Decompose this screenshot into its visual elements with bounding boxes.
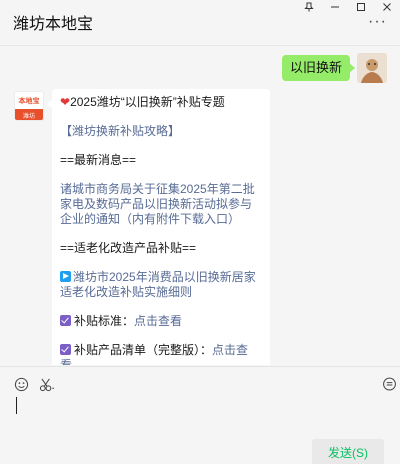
play-icon xyxy=(60,271,71,282)
standard-link[interactable]: 点击查看 xyxy=(134,314,182,328)
minimize-icon[interactable] xyxy=(322,0,348,14)
list-line: 补贴产品清单（完整版）：点击查看 xyxy=(60,343,260,365)
article-title-line: ❤2025潍坊“以旧换新”补贴专题 xyxy=(60,95,260,110)
heart-icon: ❤ xyxy=(60,95,71,109)
emoji-icon[interactable] xyxy=(12,375,30,393)
list-label: 补贴产品清单（完整版）： xyxy=(74,343,213,357)
aging-link[interactable]: 潍坊市2025年消费品以旧换新居家适老化改造补贴实施细则 xyxy=(60,270,256,299)
more-options-icon[interactable]: ··· xyxy=(368,14,387,30)
pin-icon[interactable] xyxy=(296,0,322,14)
checkbox-icon xyxy=(60,344,71,355)
aging-link-line: 潍坊市2025年消费品以旧换新居家适老化改造补贴实施细则 xyxy=(60,270,260,300)
window-controls xyxy=(296,0,400,14)
notice-link[interactable]: 诸城市商务局关于征集2025年第二批家电及数码产品以旧换新活动拟参与企业的通知（… xyxy=(60,182,260,227)
chat-title: 潍坊本地宝 xyxy=(13,16,94,33)
chat-history-icon[interactable] xyxy=(380,375,398,393)
standard-label: 补贴标准： xyxy=(74,314,135,328)
avatar-image-icon xyxy=(357,53,387,83)
text-cursor xyxy=(16,397,17,414)
close-icon[interactable] xyxy=(374,0,400,14)
article-message[interactable]: ❤2025潍坊“以旧换新”补贴专题 【潍坊换新补贴攻略】 ==最新消息== 诸城… xyxy=(47,89,270,365)
send-button[interactable]: 发送(S) xyxy=(312,439,384,464)
article-title: 2025潍坊“以旧换新”补贴专题 xyxy=(70,95,225,109)
message-composer[interactable]: 发送(S) xyxy=(0,366,400,464)
guide-link[interactable]: 【潍坊换新补贴攻略】 xyxy=(60,124,260,139)
my-avatar[interactable] xyxy=(357,53,387,83)
avatar-brand-text: 本地宝 xyxy=(18,97,40,105)
standard-line: 补贴标准：点击查看 xyxy=(60,314,260,329)
title-bar: 潍坊本地宝 ··· xyxy=(0,0,400,46)
scissors-icon[interactable] xyxy=(38,375,56,393)
official-account-avatar[interactable]: 本地宝 潍坊 xyxy=(14,91,44,121)
avatar-city-text: 潍坊 xyxy=(15,109,43,120)
section-latest-heading: ==最新消息== xyxy=(60,153,137,167)
chat-history[interactable]: 以旧换新 本地宝 潍坊 ❤2025潍坊“以旧换新”补贴专题 【潍坊换新补贴攻略】… xyxy=(0,47,400,365)
outgoing-message[interactable]: 以旧换新 xyxy=(281,55,356,81)
checkbox-icon xyxy=(60,315,71,326)
maximize-icon[interactable] xyxy=(348,0,374,14)
section-aging-heading: ==适老化改造产品补贴== xyxy=(60,241,197,255)
